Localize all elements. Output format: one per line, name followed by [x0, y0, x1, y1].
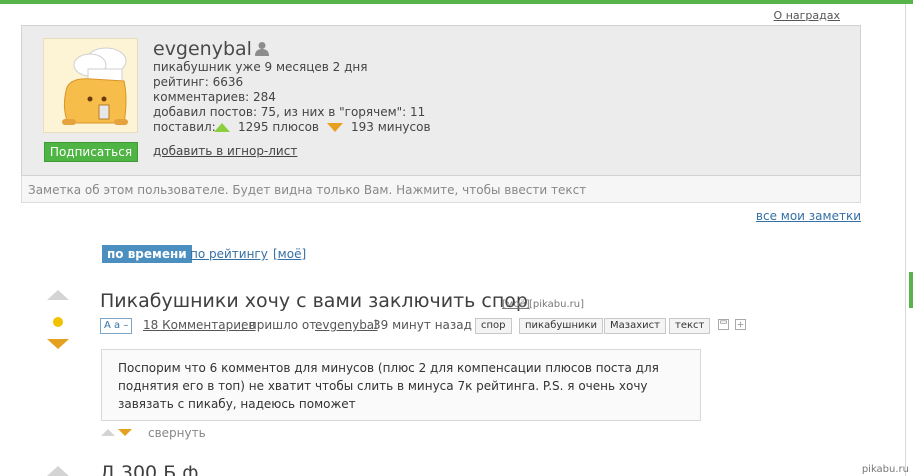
tag-spor[interactable]: спор: [475, 318, 512, 334]
ignore-list-link[interactable]: добавить в игнор-лист: [153, 144, 297, 158]
post-time: 39 минут назад: [373, 318, 472, 332]
bread-mascot-icon: [62, 47, 128, 125]
author-link[interactable]: evgenybal: [315, 318, 378, 332]
sort-by-time-tab[interactable]: по времени: [102, 245, 192, 263]
member-age: пикабушник уже 9 месяцев 2 дня: [153, 60, 368, 74]
next-upvote-icon[interactable]: [47, 466, 69, 476]
plus-arrow-icon: [214, 123, 230, 132]
pluses-count: 1295 плюсов: [238, 120, 319, 134]
tag-pikabushniki[interactable]: пикабушники: [519, 318, 604, 334]
watermark: pikabu.ru: [861, 464, 909, 475]
tag-tekst[interactable]: текст: [669, 318, 711, 334]
right-divider: [905, 4, 906, 476]
tag-mazakhist[interactable]: Мазахист: [604, 318, 666, 334]
side-tab[interactable]: [909, 272, 913, 308]
expand-icon[interactable]: [735, 319, 746, 330]
post-body: Поспорим что 6 комментов для минусов (пл…: [101, 349, 701, 421]
collapse-link[interactable]: свернуть: [148, 426, 206, 440]
post-mine-link[interactable]: [моё]: [502, 299, 530, 310]
sort-mine-tab[interactable]: [моё]: [273, 247, 306, 261]
all-notes-link[interactable]: все мои заметки: [756, 209, 861, 223]
sort-by-rating-tab[interactable]: по рейтингу: [190, 247, 268, 261]
user-note-field[interactable]: Заметка об этом пользователе. Будет видн…: [21, 176, 861, 203]
downvote-icon[interactable]: [47, 339, 69, 349]
comments-count: комментариев: 284: [153, 90, 276, 104]
comments-link[interactable]: 18 Комментариев: [143, 318, 256, 332]
small-downvote-icon[interactable]: [118, 429, 132, 436]
username: evgenybal: [153, 38, 252, 60]
small-upvote-icon[interactable]: [101, 429, 115, 436]
profile-card: evgenybal пикабушник уже 9 месяцев 2 дня…: [21, 25, 861, 176]
rating: рейтинг: 6636: [153, 75, 244, 89]
awards-link[interactable]: О наградах: [774, 9, 840, 22]
upvote-icon[interactable]: [47, 290, 69, 300]
posts-count: добавил постов: 75, из них в "горячем": …: [153, 105, 426, 119]
minuses-count: 193 минусов: [351, 120, 431, 134]
post-title[interactable]: Пикабушники хочу с вами заключить спор: [100, 290, 528, 312]
gave-label: поставил:: [153, 120, 216, 134]
top-bar: [0, 0, 913, 4]
font-size-toggle[interactable]: A a –: [100, 318, 133, 334]
minus-arrow-icon: [327, 123, 343, 132]
avatar: [43, 38, 138, 133]
user-icon: [255, 42, 269, 56]
next-post-title[interactable]: Д 300 Б ф: [100, 462, 199, 476]
save-icon[interactable]: [718, 319, 729, 330]
post-source: [pikabu.ru]: [529, 299, 584, 310]
subscribe-button[interactable]: Подписаться: [44, 142, 138, 162]
arrived-from-label: ; пришло от: [241, 318, 317, 332]
rating-dot-icon: [53, 317, 63, 327]
